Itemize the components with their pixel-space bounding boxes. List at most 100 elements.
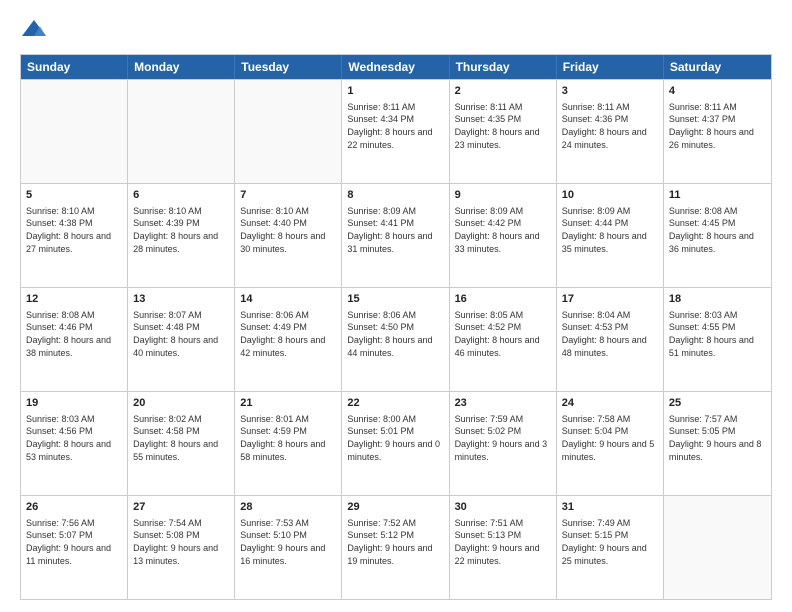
cell-info: Sunrise: 8:11 AM Sunset: 4:35 PM Dayligh… [455, 101, 551, 151]
cell-info: Sunrise: 8:08 AM Sunset: 4:45 PM Dayligh… [669, 205, 766, 255]
day-number: 3 [562, 84, 658, 99]
header [20, 16, 772, 44]
cell-info: Sunrise: 8:06 AM Sunset: 4:49 PM Dayligh… [240, 309, 336, 359]
calendar-cell: 26Sunrise: 7:56 AM Sunset: 5:07 PM Dayli… [21, 496, 128, 599]
day-number: 22 [347, 396, 443, 411]
calendar-row: 5 Sunrise: 8:10 AM Sunset: 4:38 PM Daylig… [21, 183, 771, 287]
cell-info: Sunrise: 7:51 AM Sunset: 5:13 PM Dayligh… [455, 517, 551, 567]
day-number: 16 [455, 292, 551, 307]
calendar-cell: 1Sunrise: 8:11 AM Sunset: 4:34 PM Daylig… [342, 80, 449, 183]
logo-icon [20, 16, 48, 44]
calendar: SundayMondayTuesdayWednesdayThursdayFrid… [20, 54, 772, 600]
day-number: 20 [133, 396, 229, 411]
calendar-cell: 13 Sunrise: 8:07 AM Sunset: 4:48 PM Dayli… [128, 288, 235, 391]
calendar-cell: 6 Sunrise: 8:10 AM Sunset: 4:39 PM Daylig… [128, 184, 235, 287]
calendar-cell: 23Sunrise: 7:59 AM Sunset: 5:02 PM Dayli… [450, 392, 557, 495]
calendar-cell [664, 496, 771, 599]
weekday-header: Monday [128, 55, 235, 79]
day-number: 18 [669, 292, 766, 307]
cell-info: Sunrise: 8:10 AM Sunset: 4:38 PM Dayligh… [26, 205, 122, 255]
calendar-row: 12 Sunrise: 8:08 AM Sunset: 4:46 PM Dayli… [21, 287, 771, 391]
day-number: 27 [133, 500, 229, 515]
cell-info: Sunrise: 8:11 AM Sunset: 4:36 PM Dayligh… [562, 101, 658, 151]
day-number: 29 [347, 500, 443, 515]
cell-info: Sunrise: 8:09 AM Sunset: 4:44 PM Dayligh… [562, 205, 658, 255]
calendar-row: 26Sunrise: 7:56 AM Sunset: 5:07 PM Dayli… [21, 495, 771, 599]
day-number: 30 [455, 500, 551, 515]
calendar-cell: 14Sunrise: 8:06 AM Sunset: 4:49 PM Dayli… [235, 288, 342, 391]
day-number: 23 [455, 396, 551, 411]
weekday-header: Tuesday [235, 55, 342, 79]
day-number: 12 [26, 292, 122, 307]
cell-info: Sunrise: 7:52 AM Sunset: 5:12 PM Dayligh… [347, 517, 443, 567]
logo [20, 16, 52, 44]
day-number: 7 [240, 188, 336, 203]
day-number: 11 [669, 188, 766, 203]
cell-info: Sunrise: 8:10 AM Sunset: 4:40 PM Dayligh… [240, 205, 336, 255]
cell-info: Sunrise: 8:11 AM Sunset: 4:34 PM Dayligh… [347, 101, 443, 151]
day-number: 15 [347, 292, 443, 307]
calendar-cell: 22Sunrise: 8:00 AM Sunset: 5:01 PM Dayli… [342, 392, 449, 495]
calendar-cell: 18 Sunrise: 8:03 AM Sunset: 4:55 PM Dayli… [664, 288, 771, 391]
calendar-cell: 7 Sunrise: 8:10 AM Sunset: 4:40 PM Daylig… [235, 184, 342, 287]
calendar-cell [21, 80, 128, 183]
cell-info: Sunrise: 8:11 AM Sunset: 4:37 PM Dayligh… [669, 101, 766, 151]
calendar-row: 19 Sunrise: 8:03 AM Sunset: 4:56 PM Dayli… [21, 391, 771, 495]
day-number: 21 [240, 396, 336, 411]
day-number: 2 [455, 84, 551, 99]
calendar-cell [128, 80, 235, 183]
calendar-header: SundayMondayTuesdayWednesdayThursdayFrid… [21, 55, 771, 79]
cell-info: Sunrise: 7:57 AM Sunset: 5:05 PM Dayligh… [669, 413, 766, 463]
day-number: 13 [133, 292, 229, 307]
calendar-cell: 3 Sunrise: 8:11 AM Sunset: 4:36 PM Daylig… [557, 80, 664, 183]
weekday-header: Sunday [21, 55, 128, 79]
weekday-header: Saturday [664, 55, 771, 79]
calendar-cell: 25 Sunrise: 7:57 AM Sunset: 5:05 PM Dayli… [664, 392, 771, 495]
weekday-header: Thursday [450, 55, 557, 79]
day-number: 4 [669, 84, 766, 99]
cell-info: Sunrise: 8:05 AM Sunset: 4:52 PM Dayligh… [455, 309, 551, 359]
calendar-cell: 28Sunrise: 7:53 AM Sunset: 5:10 PM Dayli… [235, 496, 342, 599]
calendar-cell: 31Sunrise: 7:49 AM Sunset: 5:15 PM Dayli… [557, 496, 664, 599]
day-number: 19 [26, 396, 122, 411]
weekday-header: Friday [557, 55, 664, 79]
cell-info: Sunrise: 8:09 AM Sunset: 4:41 PM Dayligh… [347, 205, 443, 255]
cell-info: Sunrise: 8:02 AM Sunset: 4:58 PM Dayligh… [133, 413, 229, 463]
cell-info: Sunrise: 8:04 AM Sunset: 4:53 PM Dayligh… [562, 309, 658, 359]
cell-info: Sunrise: 8:08 AM Sunset: 4:46 PM Dayligh… [26, 309, 122, 359]
day-number: 8 [347, 188, 443, 203]
calendar-cell: 11 Sunrise: 8:08 AM Sunset: 4:45 PM Dayli… [664, 184, 771, 287]
cell-info: Sunrise: 8:10 AM Sunset: 4:39 PM Dayligh… [133, 205, 229, 255]
cell-info: Sunrise: 7:49 AM Sunset: 5:15 PM Dayligh… [562, 517, 658, 567]
cell-info: Sunrise: 7:54 AM Sunset: 5:08 PM Dayligh… [133, 517, 229, 567]
day-number: 10 [562, 188, 658, 203]
calendar-cell: 8 Sunrise: 8:09 AM Sunset: 4:41 PM Daylig… [342, 184, 449, 287]
cell-info: Sunrise: 8:03 AM Sunset: 4:55 PM Dayligh… [669, 309, 766, 359]
calendar-cell: 12 Sunrise: 8:08 AM Sunset: 4:46 PM Dayli… [21, 288, 128, 391]
calendar-cell: 30 Sunrise: 7:51 AM Sunset: 5:13 PM Dayli… [450, 496, 557, 599]
day-number: 5 [26, 188, 122, 203]
calendar-cell: 24 Sunrise: 7:58 AM Sunset: 5:04 PM Dayli… [557, 392, 664, 495]
calendar-cell: 17 Sunrise: 8:04 AM Sunset: 4:53 PM Dayli… [557, 288, 664, 391]
page: SundayMondayTuesdayWednesdayThursdayFrid… [0, 0, 792, 612]
calendar-cell: 10 Sunrise: 8:09 AM Sunset: 4:44 PM Dayli… [557, 184, 664, 287]
day-number: 17 [562, 292, 658, 307]
calendar-cell: 16 Sunrise: 8:05 AM Sunset: 4:52 PM Dayli… [450, 288, 557, 391]
calendar-cell: 19 Sunrise: 8:03 AM Sunset: 4:56 PM Dayli… [21, 392, 128, 495]
day-number: 24 [562, 396, 658, 411]
cell-info: Sunrise: 7:58 AM Sunset: 5:04 PM Dayligh… [562, 413, 658, 463]
cell-info: Sunrise: 8:07 AM Sunset: 4:48 PM Dayligh… [133, 309, 229, 359]
calendar-cell [235, 80, 342, 183]
calendar-row: 1Sunrise: 8:11 AM Sunset: 4:34 PM Daylig… [21, 79, 771, 183]
cell-info: Sunrise: 7:53 AM Sunset: 5:10 PM Dayligh… [240, 517, 336, 567]
day-number: 25 [669, 396, 766, 411]
calendar-cell: 5 Sunrise: 8:10 AM Sunset: 4:38 PM Daylig… [21, 184, 128, 287]
calendar-cell: 4 Sunrise: 8:11 AM Sunset: 4:37 PM Daylig… [664, 80, 771, 183]
calendar-cell: 2 Sunrise: 8:11 AM Sunset: 4:35 PM Daylig… [450, 80, 557, 183]
calendar-cell: 20 Sunrise: 8:02 AM Sunset: 4:58 PM Dayli… [128, 392, 235, 495]
cell-info: Sunrise: 8:03 AM Sunset: 4:56 PM Dayligh… [26, 413, 122, 463]
day-number: 26 [26, 500, 122, 515]
day-number: 6 [133, 188, 229, 203]
weekday-header: Wednesday [342, 55, 449, 79]
calendar-cell: 9Sunrise: 8:09 AM Sunset: 4:42 PM Daylig… [450, 184, 557, 287]
